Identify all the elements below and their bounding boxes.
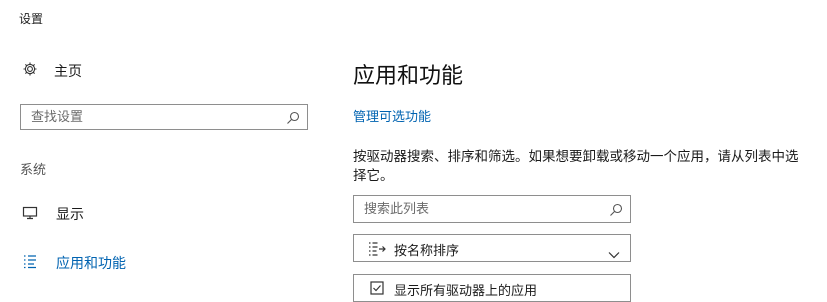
sidebar-item-apps-label: 应用和功能 xyxy=(56,256,126,272)
manage-optional-features-link[interactable]: 管理可选功能 xyxy=(353,106,431,125)
filter-dropdown[interactable]: 显示所有驱动器上的应用 xyxy=(353,274,631,302)
filter-dropdown-label: 显示所有驱动器上的应用 xyxy=(394,284,538,299)
app-list-search-box[interactable] xyxy=(353,195,631,223)
sidebar-item-home-label: 主页 xyxy=(54,64,82,80)
monitor-icon xyxy=(22,205,38,224)
sidebar-item-home[interactable]: 主页 xyxy=(22,61,82,81)
sort-dropdown[interactable]: 按名称排序 xyxy=(353,234,631,262)
page-title: 应用和功能 xyxy=(353,64,464,89)
gear-icon xyxy=(22,61,38,81)
settings-search-input[interactable] xyxy=(21,105,281,129)
description-text: 按驱动器搜索、排序和筛选。如果想要卸载或移动一个应用，请从列表中选择它。 xyxy=(353,149,799,184)
sort-icon xyxy=(368,241,386,261)
settings-search-box[interactable] xyxy=(20,104,308,130)
drive-filter-icon xyxy=(370,280,384,299)
search-icon[interactable] xyxy=(609,202,623,221)
app-list-search-input[interactable] xyxy=(354,196,604,222)
sidebar-section-label: 系统 xyxy=(20,163,47,178)
chevron-down-icon xyxy=(608,244,620,263)
sidebar-item-display[interactable]: 显示 xyxy=(22,204,84,224)
sort-dropdown-label: 按名称排序 xyxy=(394,244,460,259)
list-icon xyxy=(22,253,38,273)
search-icon[interactable] xyxy=(286,110,300,129)
sidebar-item-display-label: 显示 xyxy=(56,207,84,223)
sidebar-item-apps-features[interactable]: 应用和功能 xyxy=(22,253,126,273)
window-title: 设置 xyxy=(19,12,44,26)
